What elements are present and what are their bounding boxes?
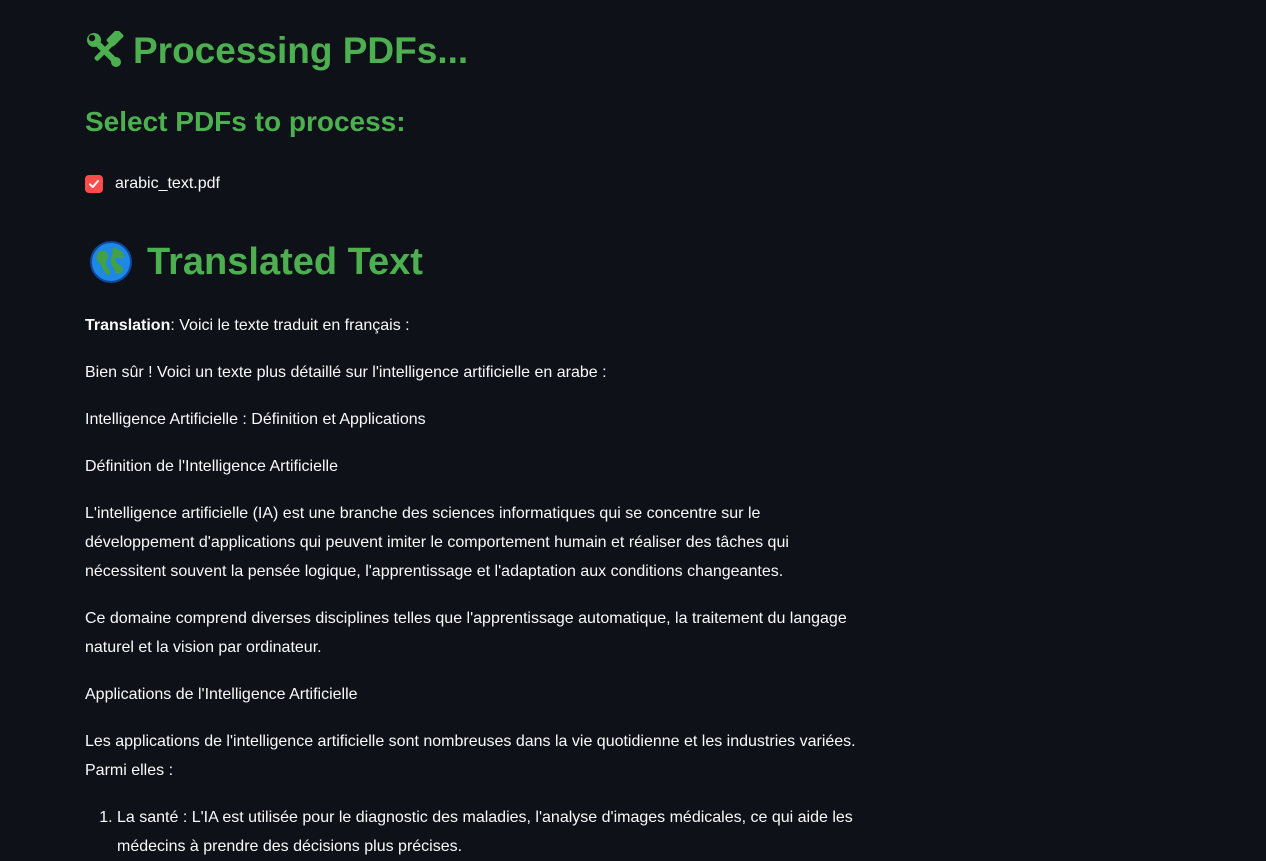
translated-text-heading-text: Translated Text xyxy=(147,240,423,283)
translated-text-heading: Translated Text xyxy=(85,240,423,284)
pdf-checkbox-label: arabic_text.pdf xyxy=(115,175,220,192)
translation-label: Translation xyxy=(85,317,171,334)
paragraph: Les applications de l'intelligence artif… xyxy=(85,733,856,779)
page-title: Processing PDFs... xyxy=(85,29,469,72)
translated-content: Translation: Voici le texte traduit en f… xyxy=(85,311,865,861)
pdf-checkbox-row[interactable]: arabic_text.pdf xyxy=(85,172,220,196)
pdf-checkbox[interactable] xyxy=(85,175,103,193)
applications-list: La santé : L'IA est utilisée pour le dia… xyxy=(85,803,865,861)
paragraph: L'intelligence artificielle (IA) est une… xyxy=(85,505,789,580)
hammer-and-wrench-icon xyxy=(85,29,125,71)
paragraph: Bien sûr ! Voici un texte plus détaillé … xyxy=(85,364,607,381)
globe-icon xyxy=(89,240,133,284)
paragraph: Intelligence Artificielle : Définition e… xyxy=(85,411,426,428)
checkmark-icon xyxy=(89,180,99,188)
list-item: La santé : L'IA est utilisée pour le dia… xyxy=(117,803,865,861)
select-pdfs-heading: Select PDFs to process: xyxy=(85,106,406,137)
paragraph: Ce domaine comprend diverses disciplines… xyxy=(85,610,847,656)
translation-intro-text: : Voici le texte traduit en français : xyxy=(170,317,410,334)
translation-intro: Translation: Voici le texte traduit en f… xyxy=(85,311,865,340)
paragraph: Applications de l'Intelligence Artificie… xyxy=(85,686,358,703)
paragraph: Définition de l'Intelligence Artificiell… xyxy=(85,458,338,475)
page-title-text: Processing PDFs... xyxy=(133,30,469,71)
